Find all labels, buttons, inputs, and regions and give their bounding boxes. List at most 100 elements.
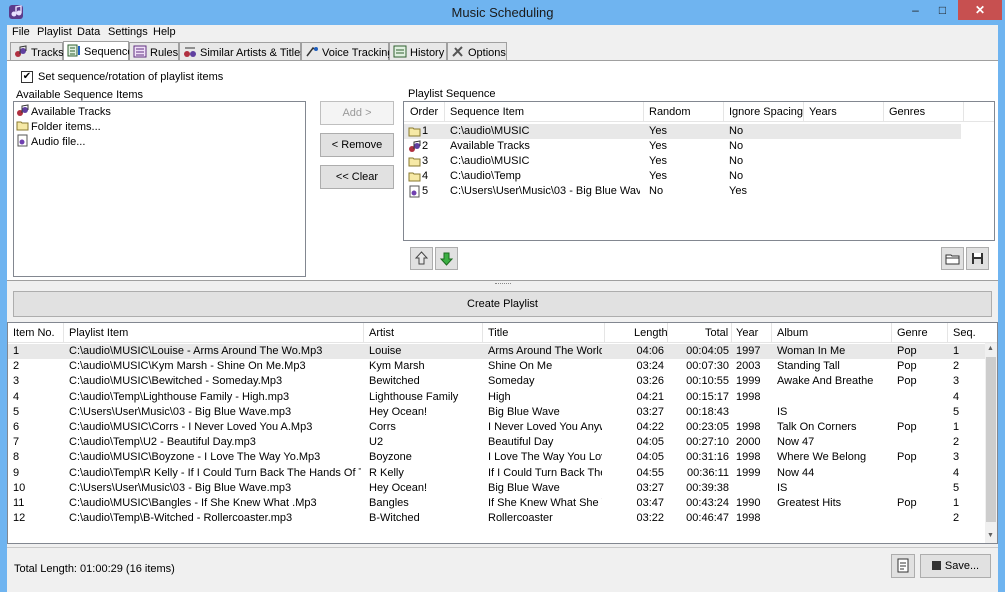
move-down-button[interactable]	[435, 247, 458, 270]
seq-cell: 2	[953, 360, 960, 373]
tab-voice-tracking[interactable]: Voice Tracking	[301, 42, 394, 60]
table-row[interactable]: 5 C:\Users\User\Music\03 - Big Blue Wave.…	[404, 184, 961, 199]
table-row[interactable]: 1 C:\audio\MUSIC\Louise - Arms Around The…	[8, 344, 985, 359]
col-random[interactable]: Random	[649, 106, 691, 118]
menu-file[interactable]: File	[12, 26, 30, 38]
table-row[interactable]: 5 C:\Users\User\Music\03 - Big Blue Wave.…	[8, 405, 985, 420]
title-cell: High	[488, 390, 511, 403]
col-ignore-spacing[interactable]: Ignore Spacing	[729, 106, 803, 118]
tab-sequence[interactable]: Sequence	[63, 41, 134, 60]
menu-help[interactable]: Help	[153, 26, 176, 38]
playlist-item-cell: C:\audio\Temp\U2 - Beautiful Day.mp3	[69, 436, 256, 449]
order-cell: 3	[422, 155, 429, 167]
artist-cell: Hey Ocean!	[369, 405, 428, 418]
col-length[interactable]: Length	[634, 327, 668, 339]
create-playlist-button[interactable]: Create Playlist	[13, 291, 992, 317]
title-cell: Arms Around The World	[488, 345, 602, 357]
col-genre[interactable]: Genre	[897, 327, 928, 339]
seq-cell: 3	[953, 375, 960, 388]
table-row[interactable]: 6 C:\audio\MUSIC\Corrs - I Never Loved Yo…	[8, 420, 985, 435]
remove-button[interactable]: < Remove	[320, 133, 394, 157]
sequence-item-cell: C:\Users\User\Music\03 - Big Blue Wave.m…	[450, 185, 640, 197]
table-row[interactable]: 1 C:\audio\MUSIC Yes No	[404, 124, 961, 139]
sequence-item-cell: C:\audio\MUSIC	[450, 125, 530, 137]
table-row[interactable]: 4 C:\audio\Temp Yes No	[404, 169, 961, 184]
list-item[interactable]: Folder items...	[16, 119, 101, 133]
playlist-item-cell: C:\audio\MUSIC\Boyzone - I Love The Way …	[69, 451, 321, 464]
set-sequence-checkbox[interactable]: ✔	[21, 71, 33, 83]
col-artist[interactable]: Artist	[369, 327, 394, 339]
tab-similar-artists[interactable]: Similar Artists & Titles	[179, 42, 306, 60]
playlist-grid[interactable]: Item No. Playlist Item Artist Title Leng…	[7, 322, 998, 544]
tab-options[interactable]: Options	[447, 42, 507, 60]
random-cell: Yes	[649, 155, 667, 167]
close-button[interactable]: ✕	[958, 0, 1002, 20]
col-album[interactable]: Album	[777, 327, 808, 339]
album-cell: IS	[777, 405, 788, 418]
order-cell: 2	[422, 140, 429, 152]
col-title[interactable]: Title	[488, 327, 508, 339]
table-row[interactable]: 2 Available Tracks Yes No	[404, 139, 961, 154]
col-sequence-item[interactable]: Sequence Item	[450, 106, 524, 118]
menu-settings[interactable]: Settings	[108, 26, 148, 38]
table-row[interactable]: 2 C:\audio\MUSIC\Kym Marsh - Shine On Me.…	[8, 359, 985, 374]
title-cell: If She Knew What She W...	[488, 497, 602, 509]
menu-data[interactable]: Data	[77, 26, 100, 38]
table-row[interactable]: 9 C:\audio\Temp\R Kelly - If I Could Turn…	[8, 466, 985, 481]
save-sequence-button[interactable]	[966, 247, 989, 270]
table-row[interactable]: 4 C:\audio\Temp\Lighthouse Family - High.…	[8, 390, 985, 405]
col-year[interactable]: Year	[736, 327, 758, 339]
save-button[interactable]: Save...	[920, 554, 991, 578]
album-cell: Now 44	[777, 466, 815, 479]
scroll-up-icon[interactable]: ▲	[987, 345, 994, 352]
maximize-button[interactable]: □	[929, 0, 956, 20]
length-cell: 03:24	[636, 360, 664, 373]
clear-button[interactable]: << Clear	[320, 165, 394, 189]
scroll-thumb[interactable]	[986, 357, 996, 522]
open-sequence-button[interactable]	[941, 247, 964, 270]
col-seq[interactable]: Seq.	[953, 327, 976, 339]
year-cell: 1998	[736, 390, 761, 403]
col-playlist-item[interactable]: Playlist Item	[69, 327, 128, 339]
title-cell: If I Could Turn Back The...	[488, 466, 602, 479]
export-button[interactable]	[891, 554, 915, 578]
scroll-down-icon[interactable]: ▼	[987, 532, 994, 539]
available-items-list[interactable]: Available Tracks Folder items... Audio f…	[13, 101, 306, 277]
tab-tracks[interactable]: Tracks	[10, 42, 64, 60]
artist-cell: Louise	[369, 345, 402, 357]
playlist-sequence-grid[interactable]: Order Sequence Item Random Ignore Spacin…	[403, 101, 995, 241]
tab-history[interactable]: History	[389, 42, 447, 60]
table-row[interactable]: 8 C:\audio\MUSIC\Boyzone - I Love The Way…	[8, 450, 985, 465]
tracks-icon	[17, 104, 29, 116]
add-button[interactable]: Add >	[320, 101, 394, 125]
move-up-button[interactable]	[410, 247, 433, 270]
minimize-button[interactable]: –	[902, 0, 929, 20]
col-order[interactable]: Order	[410, 106, 438, 118]
table-row[interactable]: 3 C:\audio\MUSIC\Bewitched - Someday.Mp3 B…	[8, 374, 985, 389]
length-cell: 03:27	[636, 481, 664, 494]
history-icon	[393, 45, 407, 58]
tab-rules[interactable]: Rules	[129, 42, 179, 60]
table-row[interactable]: 12 C:\audio\Temp\B-Witched - Rollercoaste…	[8, 511, 985, 526]
col-total[interactable]: Total	[705, 327, 728, 339]
list-item[interactable]: Audio file...	[16, 134, 85, 148]
table-row[interactable]: 11 C:\audio\MUSIC\Bangles - If She Knew W…	[8, 496, 985, 511]
col-years[interactable]: Years	[809, 106, 837, 118]
random-cell: Yes	[649, 125, 667, 137]
folder-icon	[408, 157, 421, 167]
total-cell: 00:07:30	[686, 360, 729, 373]
seq-cell: 5	[953, 405, 960, 418]
table-row[interactable]: 7 C:\audio\Temp\U2 - Beautiful Day.mp3 U2 B…	[8, 435, 985, 450]
arrow-up-icon	[414, 251, 429, 265]
playlist-item-cell: C:\Users\User\Music\03 - Big Blue Wave.m…	[69, 481, 292, 494]
menu-playlist[interactable]: Playlist	[37, 26, 72, 38]
order-cell: 5	[422, 185, 429, 197]
list-item[interactable]: Available Tracks	[16, 104, 111, 118]
playlist-scrollbar[interactable]: ▲ ▼	[985, 343, 997, 543]
grid-header: Item No. Playlist Item Artist Title Leng…	[8, 323, 997, 343]
table-row[interactable]: 3 C:\audio\MUSIC Yes No	[404, 154, 961, 169]
ignore-spacing-cell: No	[729, 155, 744, 167]
table-row[interactable]: 10 C:\Users\User\Music\03 - Big Blue Wave…	[8, 481, 985, 496]
col-item-no[interactable]: Item No.	[13, 327, 55, 339]
col-genres[interactable]: Genres	[889, 106, 925, 118]
